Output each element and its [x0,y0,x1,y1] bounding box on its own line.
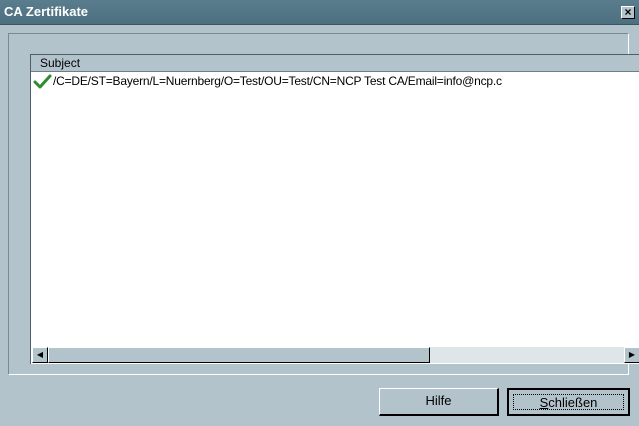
list-item[interactable]: /C=DE/ST=Bayern/L=Nuernberg/O=Test/OU=Te… [31,73,639,89]
close-icon[interactable]: × [621,6,635,19]
column-header-label: Subject [40,56,81,70]
close-button-label: Schließen [513,394,624,410]
horizontal-scrollbar[interactable]: ◀ ▶ [32,347,639,363]
help-button[interactable]: Hilfe [379,388,499,416]
window-title: CA Zertifikate [4,4,89,19]
title-bar[interactable]: CA Zertifikate × [0,0,639,25]
certificate-subject: /C=DE/ST=Bayern/L=Nuernberg/O=Test/OU=Te… [53,74,502,88]
close-button-label-rest: chließen [548,395,598,410]
scroll-left-icon[interactable]: ◀ [32,347,48,363]
certificate-list[interactable]: Subject /C=DE/ST=Bayern/L=Nuernberg/O=Te… [30,54,639,364]
scrollbar-thumb[interactable] [48,347,430,363]
checkmark-icon [33,74,52,89]
close-button[interactable]: Schließen [507,388,630,416]
column-header-subject[interactable]: Subject [31,55,639,72]
close-button-mnemonic: S [539,395,549,410]
scroll-right-icon[interactable]: ▶ [624,347,639,363]
